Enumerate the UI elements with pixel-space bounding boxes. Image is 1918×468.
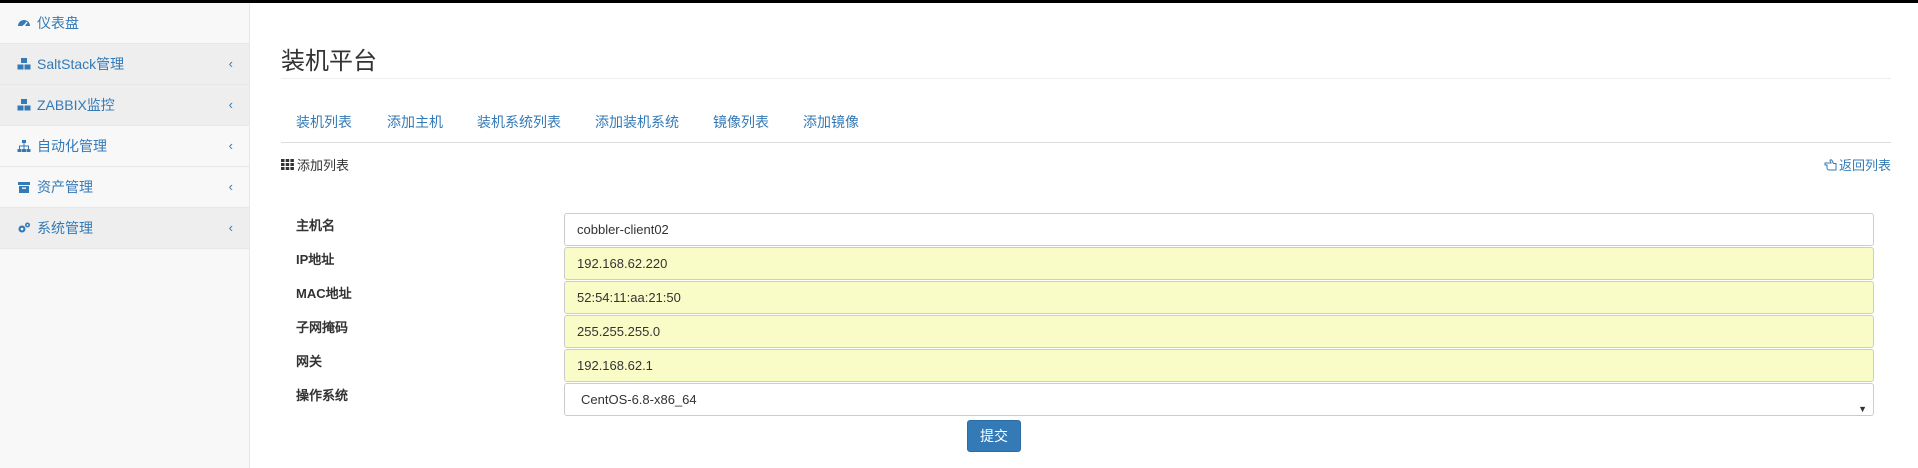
mac-input[interactable] bbox=[564, 281, 1874, 314]
chevron-left-icon: ‹ bbox=[228, 138, 233, 153]
netmask-row: 子网掩码 bbox=[281, 315, 1891, 349]
page-title: 装机平台 bbox=[281, 48, 377, 75]
sidebar: 仪表盘 SaltStack管理 ‹ ZABBIX监控 ‹ 自动化管理 ‹ 资产管… bbox=[0, 3, 250, 468]
sidebar-item-label: 资产管理 bbox=[37, 179, 93, 195]
ip-label: IP地址 bbox=[296, 252, 335, 267]
os-row: 操作系统 CentOS-6.8-x86_64 ▼ bbox=[281, 383, 1891, 417]
dashboard-icon bbox=[17, 16, 31, 30]
th-icon bbox=[281, 159, 294, 170]
netmask-label: 子网掩码 bbox=[296, 320, 349, 335]
os-select[interactable]: CentOS-6.8-x86_64 ▼ bbox=[564, 383, 1874, 416]
title-divider bbox=[281, 78, 1891, 79]
chevron-left-icon: ‹ bbox=[228, 179, 233, 194]
tab-bar: 装机列表 添加主机 装机系统列表 添加装机系统 镜像列表 添加镜像 bbox=[281, 99, 1891, 143]
tab-install-system-list[interactable]: 装机系统列表 bbox=[477, 112, 561, 132]
netmask-input[interactable] bbox=[564, 315, 1874, 348]
sidebar-item-label: 系统管理 bbox=[37, 220, 93, 236]
tab-add-host[interactable]: 添加主机 bbox=[387, 112, 443, 132]
sidebar-item-saltstack[interactable]: SaltStack管理 ‹ bbox=[0, 44, 249, 85]
hand-left-icon bbox=[1824, 158, 1837, 171]
hostname-label: 主机名 bbox=[296, 218, 336, 233]
cubes-icon bbox=[17, 98, 31, 112]
section-header: 添加列表 bbox=[281, 155, 349, 174]
tab-install-list[interactable]: 装机列表 bbox=[296, 112, 352, 132]
mac-row: MAC地址 bbox=[281, 281, 1891, 315]
os-select-value: CentOS-6.8-x86_64 bbox=[581, 392, 697, 407]
sidebar-item-assets[interactable]: 资产管理 ‹ bbox=[0, 167, 249, 208]
sidebar-item-system[interactable]: 系统管理 ‹ bbox=[0, 208, 249, 249]
sidebar-item-label: 仪表盘 bbox=[37, 15, 79, 31]
submit-button[interactable]: 提交 bbox=[967, 420, 1021, 452]
gateway-input[interactable] bbox=[564, 349, 1874, 382]
chevron-left-icon: ‹ bbox=[228, 97, 233, 112]
cogs-icon bbox=[17, 221, 31, 235]
sidebar-item-automation[interactable]: 自动化管理 ‹ bbox=[0, 126, 249, 167]
hostname-row: 主机名 bbox=[281, 213, 1891, 247]
ip-row: IP地址 bbox=[281, 247, 1891, 281]
chevron-left-icon: ‹ bbox=[228, 56, 233, 71]
sidebar-item-label: SaltStack管理 bbox=[37, 56, 125, 72]
gateway-label: 网关 bbox=[296, 354, 323, 369]
sidebar-item-label: ZABBIX监控 bbox=[37, 97, 115, 113]
ip-input[interactable] bbox=[564, 247, 1874, 280]
tab-image-list[interactable]: 镜像列表 bbox=[713, 112, 769, 132]
caret-down-icon: ▼ bbox=[1858, 404, 1867, 414]
cubes-icon bbox=[17, 57, 31, 71]
archive-icon bbox=[17, 180, 31, 194]
sidebar-item-label: 自动化管理 bbox=[37, 138, 107, 154]
os-label: 操作系统 bbox=[296, 388, 349, 403]
sitemap-icon bbox=[17, 139, 31, 153]
chevron-left-icon: ‹ bbox=[228, 220, 233, 235]
hostname-input[interactable] bbox=[564, 213, 1874, 246]
tab-add-image[interactable]: 添加镜像 bbox=[803, 112, 859, 132]
sidebar-item-dashboard[interactable]: 仪表盘 bbox=[0, 3, 249, 44]
back-to-list-label: 返回列表 bbox=[1838, 158, 1891, 173]
top-border bbox=[0, 0, 1918, 3]
mac-label: MAC地址 bbox=[296, 286, 352, 301]
sidebar-item-zabbix[interactable]: ZABBIX监控 ‹ bbox=[0, 85, 249, 126]
tab-add-install-system[interactable]: 添加装机系统 bbox=[595, 112, 679, 132]
gateway-row: 网关 bbox=[281, 349, 1891, 383]
back-to-list-link[interactable]: 返回列表 bbox=[1824, 155, 1891, 174]
section-title: 添加列表 bbox=[297, 158, 350, 173]
